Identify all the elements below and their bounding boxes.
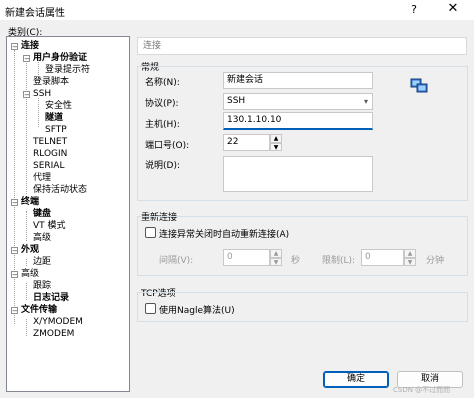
tree-line [26, 61, 27, 194]
tree-item-connection[interactable]: 连接 [21, 41, 39, 52]
tree-item-serial[interactable]: SERIAL [33, 161, 64, 172]
category-tree[interactable]: − − − − − − − 连接 用户身份验证 登录提示符 登录脚本 SSH 安… [6, 36, 130, 392]
spin-up-icon[interactable]: ▲ [404, 249, 416, 258]
tree-line [38, 98, 39, 127]
tree-item-keyboard[interactable]: 键盘 [33, 209, 51, 220]
tree-item-advanced[interactable]: 高级 [21, 269, 39, 280]
tree-item-zmodem[interactable]: ZMODEM [33, 329, 74, 340]
description-field[interactable] [223, 156, 373, 192]
close-icon[interactable]: ✕ [438, 1, 468, 16]
spin-up-icon[interactable]: ▲ [270, 249, 282, 258]
spin-down-icon[interactable]: ▼ [270, 257, 282, 266]
interval-label: 间隔(V): [159, 256, 194, 266]
ok-button[interactable]: 确定 [323, 371, 389, 388]
tree-item-keep-alive[interactable]: 保持活动状态 [33, 185, 87, 196]
watermark: CSDN @不过而而 [393, 386, 451, 394]
interval-field[interactable]: 0 [223, 249, 270, 266]
tree-item-telnet[interactable]: TELNET [33, 137, 67, 148]
tree-line [26, 211, 27, 241]
spin-up-icon[interactable]: ▲ [270, 134, 282, 143]
expand-icon[interactable]: − [23, 55, 30, 63]
name-label: 名称(N): [145, 78, 180, 88]
tree-item-security[interactable]: 安全性 [45, 101, 72, 112]
limit-field[interactable]: 0 [361, 249, 404, 266]
window-title: 新建会话属性 [5, 8, 65, 19]
expand-icon[interactable]: − [11, 199, 18, 207]
spin-down-icon[interactable]: ▼ [270, 142, 282, 151]
expand-icon[interactable]: − [11, 247, 18, 255]
tree-line [26, 259, 27, 266]
spin-down-icon[interactable]: ▼ [404, 257, 416, 266]
section-header: 连接 [137, 37, 467, 55]
tree-item-xymodem[interactable]: X/YMODEM [33, 317, 83, 328]
reconnect-group [137, 216, 468, 276]
expand-icon[interactable]: − [11, 307, 18, 315]
tree-line [26, 283, 27, 300]
tree-item-terminal[interactable]: 终端 [21, 197, 39, 208]
limit-spinner[interactable]: ▲ ▼ [404, 249, 416, 266]
protocol-value: SSH [227, 96, 246, 106]
expand-icon[interactable]: − [23, 91, 30, 99]
port-label: 端口号(O): [145, 141, 190, 151]
expand-icon[interactable]: − [11, 271, 18, 279]
protocol-select[interactable]: SSH ▾ [223, 93, 373, 110]
tree-item-login-scripts[interactable]: 登录脚本 [33, 77, 69, 88]
auto-reconnect-checkbox[interactable] [145, 227, 156, 238]
host-field[interactable]: 130.1.10.10 [223, 112, 373, 130]
tree-item-appearance[interactable]: 外观 [21, 245, 39, 256]
protocol-label: 协议(P): [145, 99, 179, 109]
limit-label: 限制(L): [322, 256, 356, 266]
tree-item-margins[interactable]: 边距 [33, 257, 51, 268]
tree-item-login-prompts[interactable]: 登录提示符 [45, 65, 90, 76]
tree-item-rlogin[interactable]: RLOGIN [33, 149, 67, 160]
tree-item-logging[interactable]: 日志记录 [33, 293, 69, 304]
dropdown-arrow-icon: ▾ [363, 97, 368, 106]
help-icon[interactable]: ? [404, 3, 424, 16]
tree-item-file-transfer[interactable]: 文件传输 [21, 305, 57, 316]
nagle-label: 使用Nagle算法(U) [159, 306, 235, 316]
description-label: 说明(D): [145, 161, 180, 171]
tree-item-user-auth[interactable]: 用户身份验证 [33, 53, 87, 64]
tree-line [26, 319, 27, 336]
network-icon [410, 78, 428, 94]
expand-icon[interactable]: − [11, 43, 18, 51]
tree-item-vt-modes[interactable]: VT 模式 [33, 221, 66, 232]
name-field[interactable]: 新建会话 [223, 72, 373, 89]
tree-item-ssh[interactable]: SSH [33, 89, 51, 100]
limit-unit: 分钟 [426, 256, 445, 266]
tree-item-proxy[interactable]: 代理 [33, 173, 51, 184]
nagle-checkbox[interactable] [145, 303, 156, 314]
tree-line [14, 50, 15, 324]
interval-spinner[interactable]: ▲ ▼ [270, 249, 282, 266]
auto-reconnect-label: 连接异常关闭时自动重新连接(A) [159, 230, 290, 240]
tree-item-sftp[interactable]: SFTP [45, 125, 67, 136]
title-bar: 新建会话属性 ? ✕ [0, 0, 474, 20]
tree-item-tunneling[interactable]: 隧道 [45, 113, 63, 124]
interval-unit: 秒 [291, 256, 301, 266]
tree-item-trace[interactable]: 跟踪 [33, 281, 51, 292]
tree-item-terminal-advanced[interactable]: 高级 [33, 233, 51, 244]
port-spinner[interactable]: ▲ ▼ [270, 134, 282, 151]
host-label: 主机(H): [145, 120, 180, 130]
port-field[interactable]: 22 [223, 134, 270, 151]
